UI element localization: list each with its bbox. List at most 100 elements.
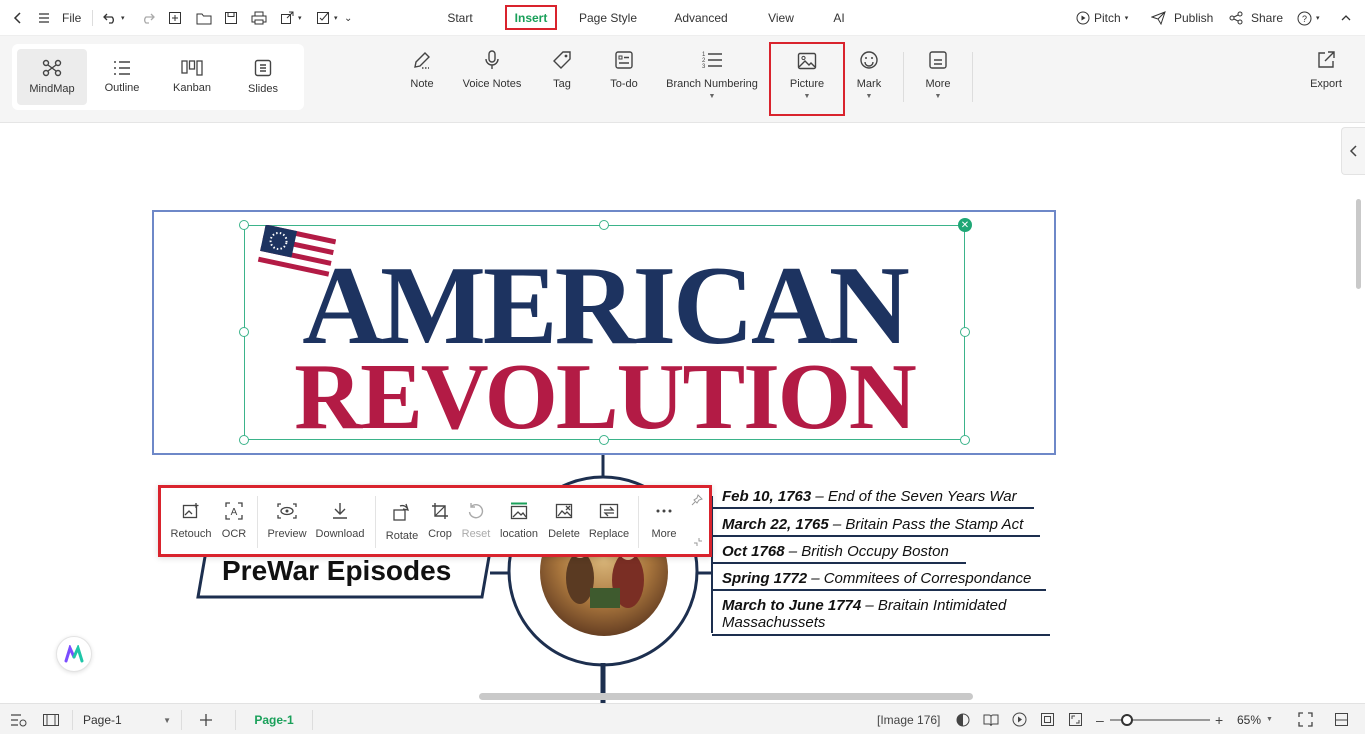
topic-prewar-episodes[interactable]: PreWar Episodes xyxy=(222,555,451,587)
download-icon xyxy=(331,502,349,520)
title-american: AMERICAN xyxy=(302,244,909,368)
publish-button[interactable]: Publish xyxy=(1151,0,1213,36)
status-bar: Page-1 ▼ Page-1 [Image 176] – + 65% ▼ xyxy=(0,703,1365,734)
collapse-toolbar-button[interactable] xyxy=(693,534,703,552)
tab-start[interactable]: Start xyxy=(440,7,480,29)
export-label: Export xyxy=(1310,78,1342,90)
microphone-icon xyxy=(483,50,501,70)
fit-screen-button[interactable] xyxy=(1068,704,1083,735)
page-tab[interactable]: Page-1 xyxy=(235,710,313,730)
back-button[interactable] xyxy=(12,0,24,36)
new-file-icon xyxy=(168,11,182,25)
export-dropdown-icon[interactable]: ▾ xyxy=(298,14,302,22)
reset-icon xyxy=(467,502,485,520)
zoom-slider-handle[interactable] xyxy=(1121,714,1133,726)
help-button[interactable]: ? ▾ xyxy=(1297,0,1320,36)
remove-image-button[interactable]: ✕ xyxy=(958,218,972,232)
play-button[interactable] xyxy=(1012,704,1027,735)
event-date: Spring 1772 xyxy=(722,570,808,587)
note-button[interactable]: Note xyxy=(405,50,439,110)
rotate-button[interactable]: Rotate xyxy=(383,502,421,542)
retouch-icon xyxy=(182,502,200,520)
zoom-out-button[interactable]: – xyxy=(1096,704,1104,735)
book-icon xyxy=(983,713,999,727)
mark-button[interactable]: Mark ▼ xyxy=(853,50,885,110)
more-options-button[interactable]: More xyxy=(647,502,681,540)
location-button[interactable]: location xyxy=(495,502,543,540)
picture-dropdown-icon: ▼ xyxy=(803,93,811,100)
print-button[interactable] xyxy=(251,0,267,36)
share-label: Share xyxy=(1251,11,1284,25)
reset-button[interactable]: Reset xyxy=(460,502,492,540)
tasks-button[interactable]: ▾ xyxy=(316,0,338,36)
view-outline-button[interactable]: Outline xyxy=(87,49,157,105)
zoom-level-select[interactable]: 65% ▼ xyxy=(1237,704,1273,735)
event-item[interactable]: Feb 10, 1763 – End of the Seven Years Wa… xyxy=(722,488,1017,505)
branch-numbering-label: Branch Numbering xyxy=(666,78,758,90)
theme-button[interactable] xyxy=(956,704,970,735)
ribbon-divider xyxy=(903,52,904,102)
preview-button[interactable]: Preview xyxy=(265,502,309,540)
outline-panel-button[interactable] xyxy=(10,704,28,735)
tab-page-style[interactable]: Page Style xyxy=(576,7,640,29)
tab-advanced[interactable]: Advanced xyxy=(670,7,732,29)
add-page-button[interactable] xyxy=(199,704,213,735)
crop-button[interactable]: Crop xyxy=(424,502,456,540)
more-button[interactable]: More ▼ xyxy=(918,50,958,110)
horizontal-scrollbar[interactable] xyxy=(479,693,973,700)
export-quick-button[interactable]: ▾ xyxy=(280,0,302,36)
fit-page-button[interactable] xyxy=(1040,704,1055,735)
save-button[interactable] xyxy=(224,0,238,36)
ocr-button[interactable]: A OCR xyxy=(218,502,250,540)
resize-handle[interactable] xyxy=(239,220,249,230)
download-button[interactable]: Download xyxy=(312,502,368,540)
page-select[interactable]: Page-1 ▼ xyxy=(72,710,182,730)
undo-button[interactable]: ▾ xyxy=(103,0,125,36)
replace-button[interactable]: Replace xyxy=(587,502,631,540)
pin-button[interactable] xyxy=(691,493,703,511)
voice-notes-button[interactable]: Voice Notes xyxy=(459,50,525,110)
todo-button[interactable]: To-do xyxy=(604,50,644,110)
resize-handle[interactable] xyxy=(599,220,609,230)
more-quick-button[interactable]: ⌄ xyxy=(344,0,352,36)
undo-dropdown-icon[interactable]: ▾ xyxy=(121,14,125,22)
retouch-button[interactable]: Retouch xyxy=(168,502,214,540)
selection-info: [Image 176] xyxy=(877,712,941,727)
reset-label: Reset xyxy=(461,528,491,540)
tag-button[interactable]: Tag xyxy=(547,50,577,110)
event-item[interactable]: March to June 1774 – Braitain Intimidate… xyxy=(722,597,1006,631)
tab-view[interactable]: View xyxy=(763,7,799,29)
pitch-button[interactable]: Pitch ▾ xyxy=(1076,0,1128,36)
new-button[interactable] xyxy=(168,0,182,36)
zoom-in-button[interactable]: + xyxy=(1215,704,1223,735)
view-mindmap-button[interactable]: MindMap xyxy=(17,49,87,105)
fullscreen-button[interactable] xyxy=(1298,704,1313,735)
book-view-button[interactable] xyxy=(983,704,999,735)
fit-page-icon xyxy=(1040,712,1055,727)
open-button[interactable] xyxy=(196,0,212,36)
undo-icon xyxy=(103,11,117,25)
tab-ai[interactable]: AI xyxy=(829,7,849,29)
redo-button[interactable] xyxy=(141,0,155,36)
event-item[interactable]: March 22, 1765 – Britain Pass the Stamp … xyxy=(722,516,1023,533)
collapse-ribbon-button[interactable] xyxy=(1340,0,1352,36)
tasks-dropdown-icon[interactable]: ▾ xyxy=(334,14,338,22)
svg-text:?: ? xyxy=(1302,14,1307,24)
ai-assistant-button[interactable] xyxy=(56,636,92,672)
mindmap-canvas[interactable]: PreWar Episodes ✕ AMERICAN REVOLUTION Fe… xyxy=(0,123,1365,703)
branch-numbering-button[interactable]: 123 Branch Numbering ▼ xyxy=(662,50,762,110)
export-button[interactable]: Export xyxy=(1303,50,1349,110)
minimize-panel-button[interactable] xyxy=(1334,704,1349,735)
event-item[interactable]: Spring 1772 – Commitees of Correspondanc… xyxy=(722,570,1031,587)
share-button[interactable]: Share xyxy=(1229,0,1283,36)
event-text: – End of the Seven Years War xyxy=(811,488,1017,505)
event-item[interactable]: Oct 1768 – British Occupy Boston xyxy=(722,543,949,560)
theme-icon xyxy=(956,713,970,727)
tab-insert[interactable]: Insert xyxy=(505,5,557,30)
view-kanban-button[interactable]: Kanban xyxy=(157,49,227,105)
delete-button[interactable]: Delete xyxy=(545,502,583,540)
file-menu-button[interactable]: File xyxy=(38,0,81,36)
picture-button[interactable]: Picture ▼ xyxy=(769,42,845,116)
page-panel-button[interactable] xyxy=(42,704,60,735)
view-slides-button[interactable]: Slides xyxy=(228,49,298,105)
